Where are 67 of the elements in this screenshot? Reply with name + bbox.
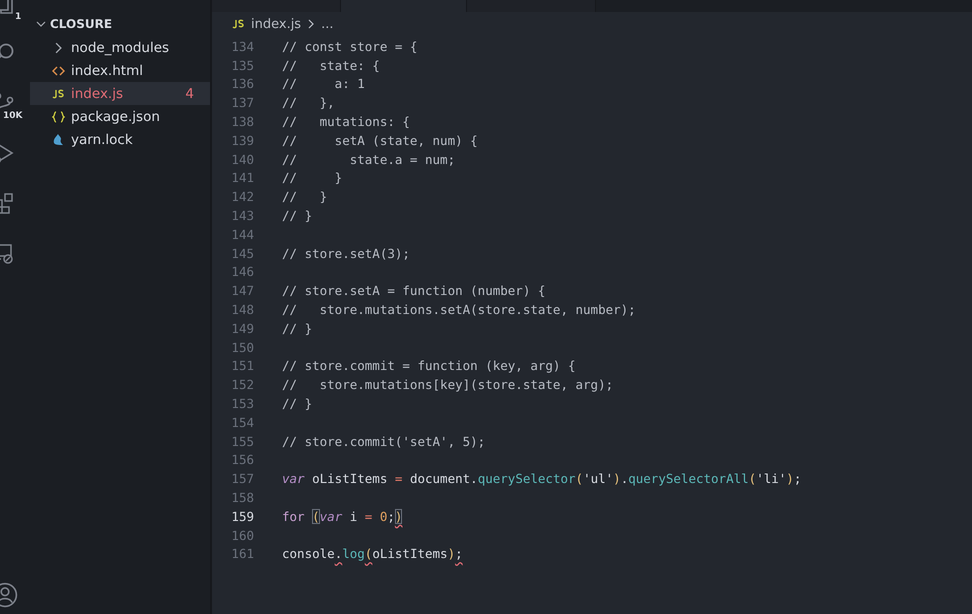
line-number: 141 (230, 170, 254, 186)
code-comment: // }, (282, 95, 335, 110)
breadcrumb-symbol[interactable]: ... (321, 16, 334, 32)
line-number: 159 (230, 508, 254, 524)
code-comment: // } (282, 320, 312, 336)
line-number: 150 (230, 340, 254, 355)
line-number: 160 (230, 528, 254, 543)
file-item[interactable]: index.js 4 (30, 82, 210, 105)
code-line: for (var i = 0;) (282, 508, 402, 524)
file-item[interactable]: yarn.lock (30, 128, 210, 151)
line-number: 138 (230, 114, 254, 130)
code-comment: // store.setA = function (number) { (282, 283, 546, 298)
code-comment: // } (282, 396, 312, 412)
braces-icon (52, 110, 65, 122)
code-line: console.log(oListItems); (282, 546, 463, 562)
file-item[interactable]: index.html (30, 59, 210, 82)
code-line: var oListItems = document.querySelector('ul').querySelectorAll('li'); (282, 471, 802, 486)
line-number: 134 (230, 38, 254, 54)
chevron-icon (36, 19, 46, 29)
js-file-icon (52, 88, 65, 100)
code-comment: // } (282, 208, 312, 224)
line-number: 153 (230, 396, 254, 412)
line-number: 161 (230, 546, 254, 562)
line-number: 147 (230, 283, 254, 298)
line-number: 148 (230, 302, 254, 318)
line-number: 156 (230, 452, 254, 468)
problem-count: 4 (185, 86, 194, 102)
line-number: 146 (230, 264, 254, 280)
code-comment: // state.a = num; (282, 152, 456, 167)
code-comment: // } (282, 170, 342, 186)
line-number: 140 (230, 152, 254, 167)
folder-name: CLOSURE (50, 17, 112, 31)
file-item[interactable]: package.json (30, 105, 210, 128)
angle-brackets-icon (52, 64, 65, 76)
code-comment: // store.commit('setA', 5); (282, 434, 486, 449)
code-comment: // store.commit = function (key, arg) { (282, 358, 576, 374)
badge-count: 10K (2, 111, 24, 121)
badge-count: 1 (14, 12, 22, 22)
code-comment: // store.setA(3); (282, 246, 410, 261)
line-number: 157 (230, 471, 254, 486)
code-comment: // const store = { (282, 38, 418, 54)
code-comment: // } (282, 189, 328, 204)
chevron-icon (307, 19, 316, 29)
line-number: 136 (230, 76, 254, 92)
line-number: 143 (230, 208, 254, 224)
line-number: 152 (230, 377, 254, 392)
line-number: 155 (230, 434, 254, 449)
line-number: 139 (230, 132, 254, 148)
line-number: 154 (230, 414, 254, 430)
line-number: 142 (230, 189, 254, 204)
line-number: 151 (230, 358, 254, 374)
line-number: 137 (230, 95, 254, 110)
file-item[interactable]: node_modules (30, 36, 210, 59)
code-comment: // a: 1 (282, 76, 365, 92)
line-number: 149 (230, 320, 254, 336)
code-comment: // state: { (282, 58, 380, 73)
line-number: 158 (230, 490, 254, 506)
code-comment: // setA (state, num) { (282, 132, 478, 148)
line-number: 135 (230, 58, 254, 73)
code-comment: // store.mutations[key](store.state, arg); (282, 377, 614, 392)
code-comment: // mutations: { (282, 114, 410, 130)
code-comment: // store.mutations.setA(store.state, number); (282, 302, 636, 318)
folder-header[interactable]: CLOSURE (30, 12, 210, 36)
line-number: 144 (230, 226, 254, 242)
breadcrumb-file[interactable]: index.js (251, 16, 302, 32)
js-file-icon (232, 18, 245, 30)
line-number: 145 (230, 246, 254, 261)
